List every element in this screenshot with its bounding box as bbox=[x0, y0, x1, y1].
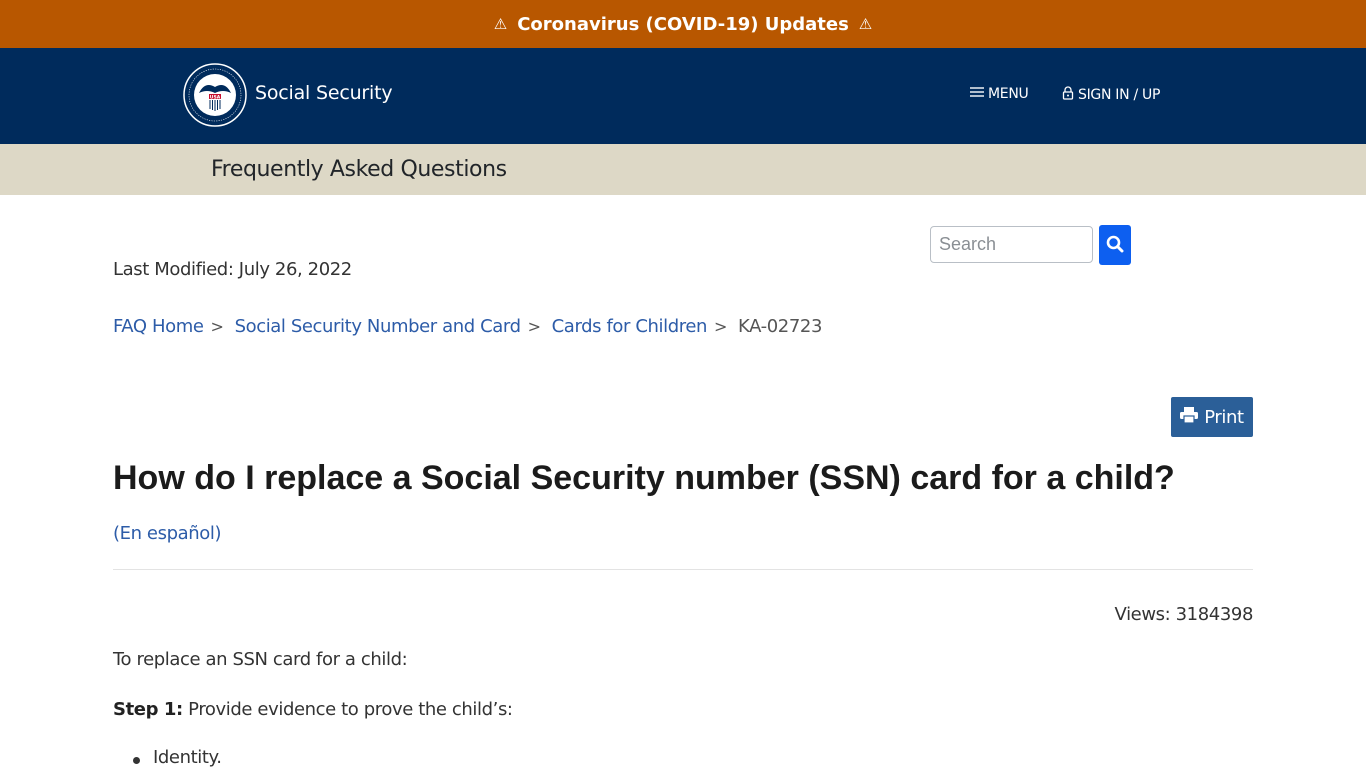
search-button[interactable] bbox=[1099, 225, 1131, 265]
breadcrumb-current: KA-02723 bbox=[738, 316, 822, 337]
menu-label: MENU bbox=[988, 86, 1029, 102]
intro-text: To replace an SSN card for a child: bbox=[113, 649, 408, 670]
sign-in-button[interactable]: SIGN IN / UP bbox=[1062, 86, 1160, 104]
printer-icon bbox=[1180, 406, 1199, 428]
breadcrumb-separator: > bbox=[714, 317, 728, 336]
breadcrumb-separator: > bbox=[527, 317, 541, 336]
last-modified: Last Modified: July 26, 2022 bbox=[113, 259, 352, 280]
warning-icon: ⚠ bbox=[493, 15, 508, 33]
breadcrumb-separator: > bbox=[210, 317, 224, 336]
section-title: Frequently Asked Questions bbox=[211, 157, 507, 182]
site-name-link[interactable]: Social Security bbox=[255, 82, 393, 104]
menu-button[interactable]: MENU bbox=[970, 86, 1029, 102]
breadcrumb-ssn-card[interactable]: Social Security Number and Card bbox=[235, 316, 521, 337]
list-item: Identity. bbox=[133, 747, 222, 768]
section-banner: Frequently Asked Questions bbox=[0, 144, 1366, 195]
ssa-logo-icon[interactable]: USA bbox=[183, 63, 247, 127]
print-label: Print bbox=[1204, 406, 1244, 428]
covid-alert-banner[interactable]: ⚠ Coronavirus (COVID-19) Updates ⚠ bbox=[0, 0, 1366, 48]
step-1-description: Provide evidence to prove the child’s: bbox=[182, 699, 513, 720]
print-button[interactable]: Print bbox=[1171, 397, 1253, 437]
divider bbox=[113, 569, 1253, 570]
view-count: Views: 3184398 bbox=[1114, 604, 1254, 625]
breadcrumb-cards-for-children[interactable]: Cards for Children bbox=[552, 316, 708, 337]
breadcrumb: FAQ Home > Social Security Number and Ca… bbox=[113, 316, 822, 337]
svg-text:USA: USA bbox=[210, 94, 221, 100]
step-1-text: Step 1: Provide evidence to prove the ch… bbox=[113, 699, 513, 720]
site-header: USA Social Security MENU SIGN IN / UP bbox=[0, 48, 1366, 144]
search-input[interactable] bbox=[930, 226, 1093, 263]
hamburger-icon bbox=[970, 86, 984, 102]
step-1-label: Step 1: bbox=[113, 699, 183, 720]
covid-alert-text: Coronavirus (COVID-19) Updates bbox=[517, 13, 849, 35]
warning-icon: ⚠ bbox=[858, 15, 873, 33]
sign-in-label: SIGN IN / UP bbox=[1078, 87, 1161, 103]
spanish-version-link[interactable]: (En español) bbox=[113, 523, 221, 544]
question-title: How do I replace a Social Security numbe… bbox=[113, 459, 1175, 497]
lock-icon bbox=[1062, 86, 1074, 104]
evidence-list: Identity. bbox=[133, 747, 222, 768]
search-icon bbox=[1106, 235, 1124, 256]
breadcrumb-faq-home[interactable]: FAQ Home bbox=[113, 316, 204, 337]
